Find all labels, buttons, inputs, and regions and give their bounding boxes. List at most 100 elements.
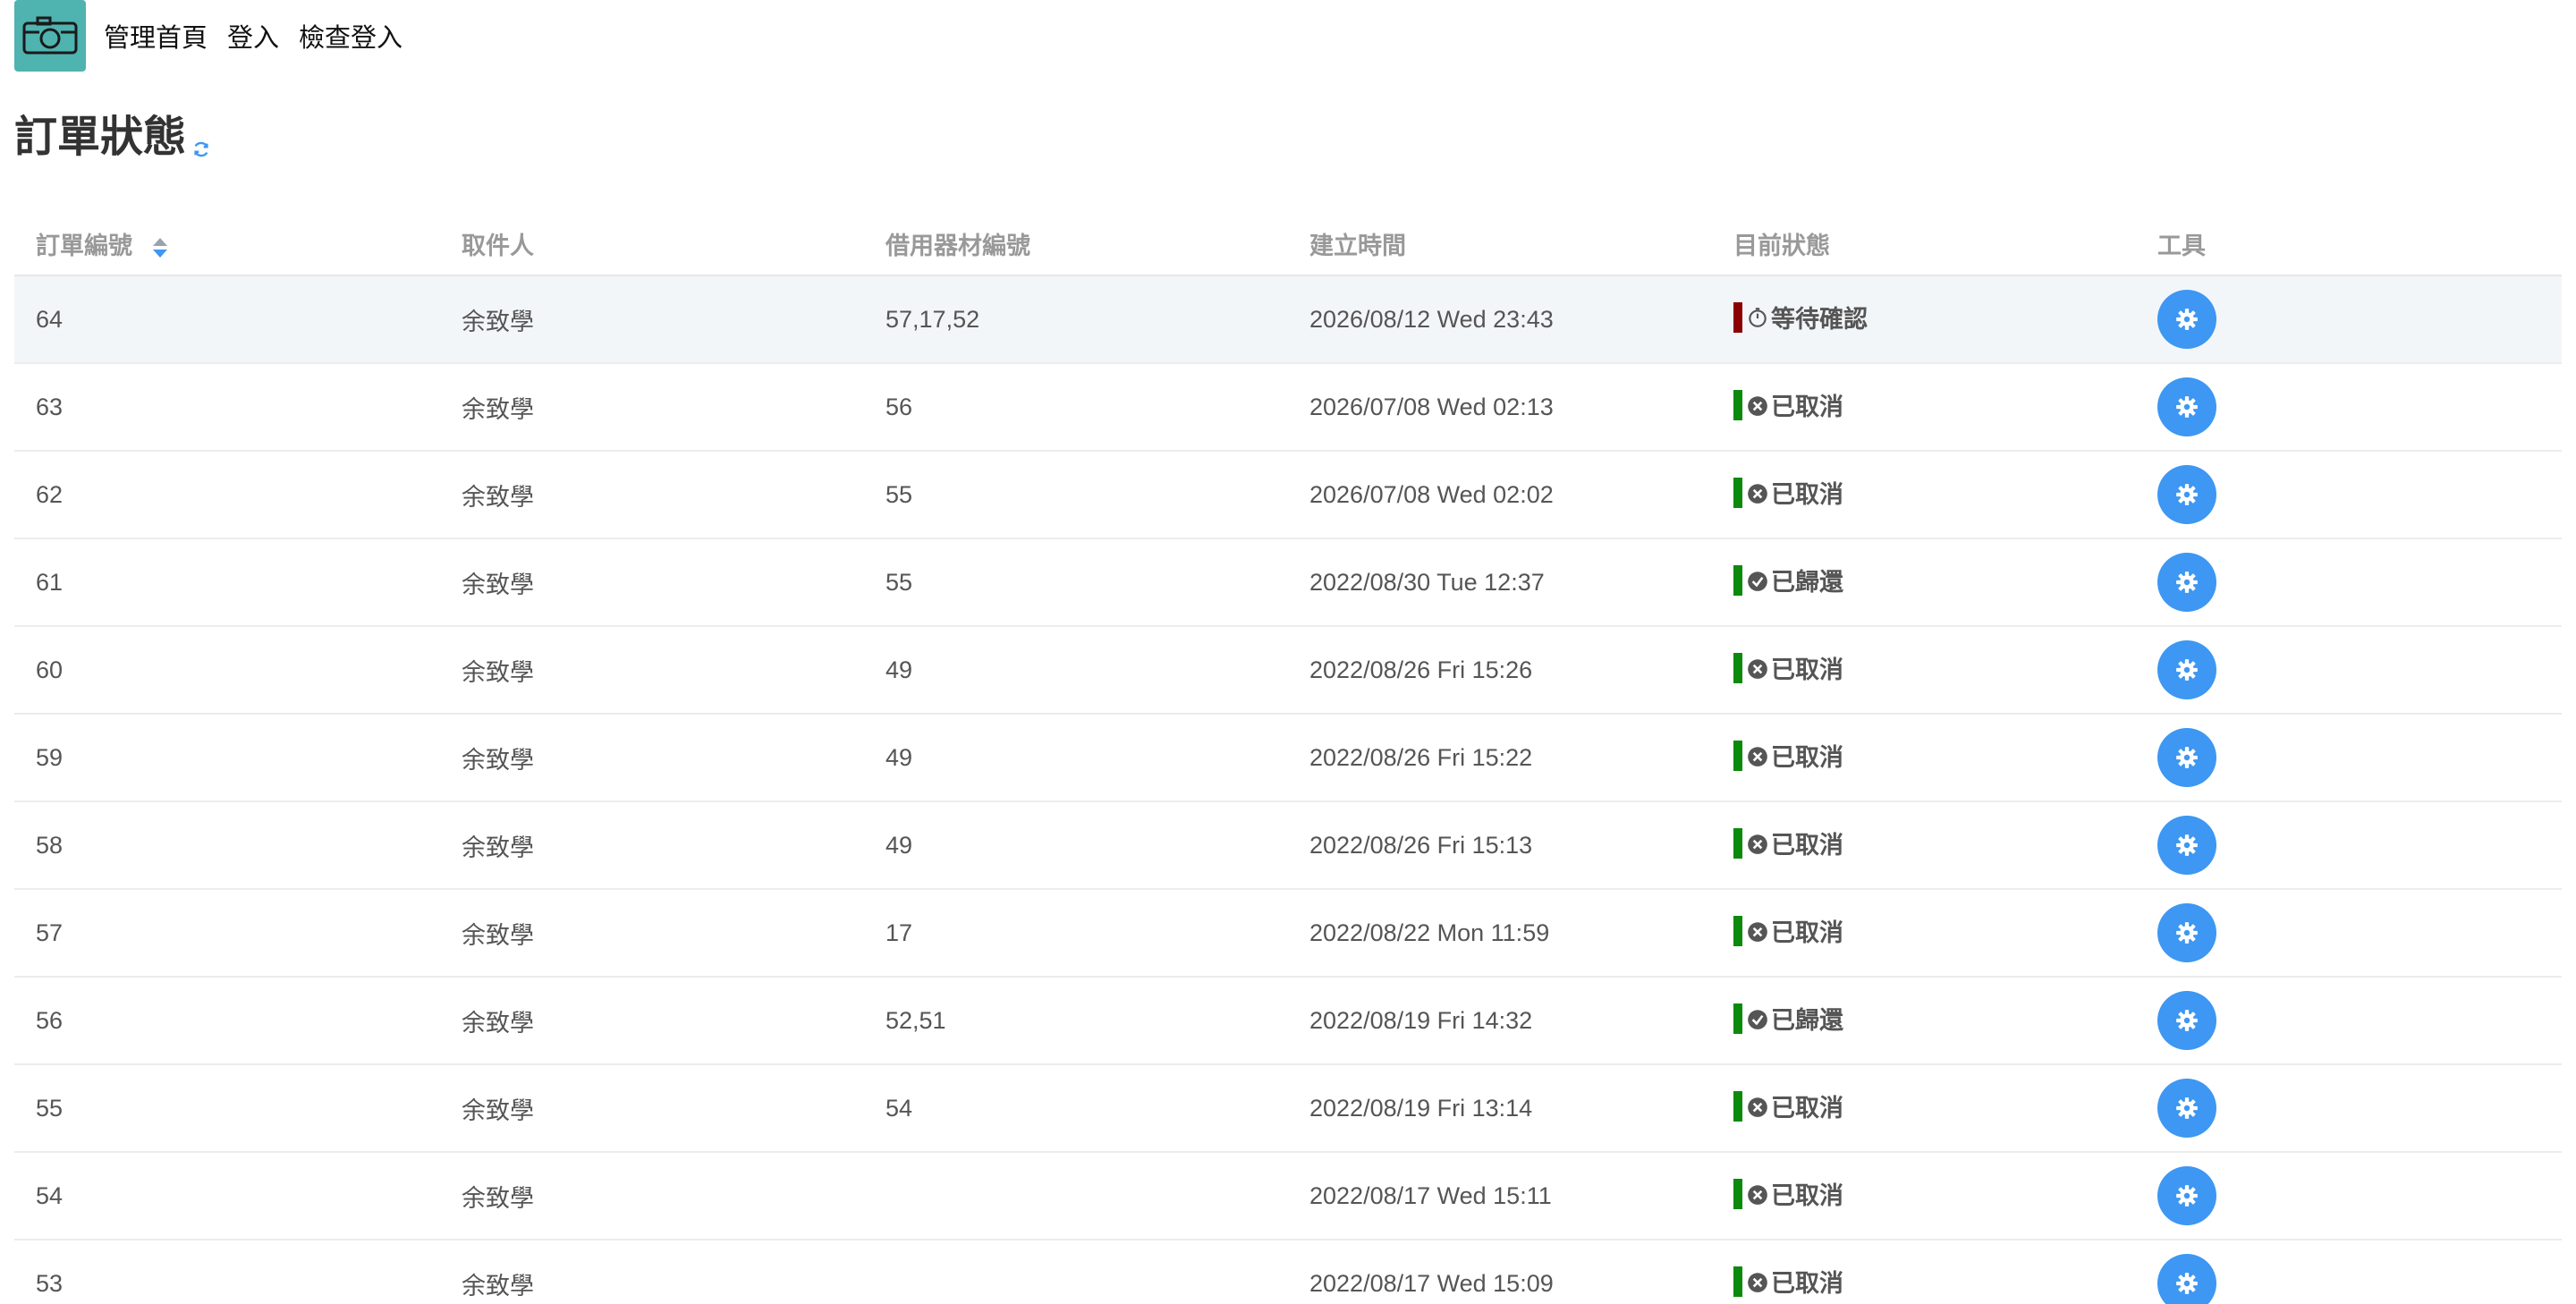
table-row[interactable]: 61 余致學 55 2022/08/30 Tue 12:37 已歸還 xyxy=(14,538,2562,627)
cell-created: 2022/08/17 Wed 15:11 xyxy=(1288,1152,1712,1240)
check-circle-icon xyxy=(1746,1007,1769,1030)
status-color-bar xyxy=(1733,1266,1742,1297)
cancel-circle-icon xyxy=(1746,656,1769,680)
cell-tools xyxy=(2136,801,2562,890)
gear-icon xyxy=(2174,1270,2200,1297)
status-text: 已取消 xyxy=(1771,832,1843,860)
settings-button[interactable] xyxy=(2157,640,2216,699)
cell-pickup: 余致學 xyxy=(440,626,864,715)
status-badge: 等待確認 xyxy=(1733,300,1868,334)
cell-equipment: 55 xyxy=(864,538,1288,627)
nav-link-admin-home[interactable]: 管理首頁 xyxy=(104,17,208,55)
cell-tools xyxy=(2136,1064,2562,1153)
nav-link-check-login[interactable]: 檢查登入 xyxy=(299,17,402,55)
table-row[interactable]: 58 余致學 49 2022/08/26 Fri 15:13 已取消 xyxy=(14,801,2562,890)
table-row[interactable]: 63 余致學 56 2026/07/08 Wed 02:13 已取消 xyxy=(14,363,2562,452)
cell-order-id: 53 xyxy=(14,1240,440,1304)
table-header-row: 訂單編號 取件人 借用器材編號 建立時間 目前狀態 工具 xyxy=(14,213,2562,276)
sort-icon[interactable] xyxy=(151,236,169,259)
settings-button[interactable] xyxy=(2157,1079,2216,1138)
table-row[interactable]: 56 余致學 52,51 2022/08/19 Fri 14:32 已歸還 xyxy=(14,977,2562,1065)
cell-tools xyxy=(2136,889,2562,978)
gear-icon xyxy=(2174,1095,2200,1122)
status-text: 已取消 xyxy=(1771,1095,1843,1123)
settings-button[interactable] xyxy=(2157,816,2216,875)
status-color-bar xyxy=(1733,564,1742,596)
status-text: 已歸還 xyxy=(1771,569,1843,597)
cell-tools xyxy=(2136,1152,2562,1240)
cell-equipment: 17 xyxy=(864,889,1288,978)
cancel-circle-icon xyxy=(1746,1095,1769,1118)
status-color-bar xyxy=(1733,915,1742,946)
settings-button[interactable] xyxy=(2157,1254,2216,1304)
status-text: 已取消 xyxy=(1771,744,1843,773)
cell-equipment: 56 xyxy=(864,363,1288,452)
status-badge: 已取消 xyxy=(1733,1176,1843,1211)
header-created: 建立時間 xyxy=(1288,213,1712,276)
cell-pickup: 余致學 xyxy=(440,275,864,364)
gear-icon xyxy=(2174,1007,2200,1034)
cancel-circle-icon xyxy=(1746,919,1769,943)
cell-order-id: 60 xyxy=(14,626,440,715)
gear-icon xyxy=(2174,1182,2200,1209)
cell-status: 已取消 xyxy=(1712,1152,2136,1240)
cell-created: 2022/08/26 Fri 15:22 xyxy=(1288,714,1712,802)
status-badge: 已取消 xyxy=(1733,1264,1843,1299)
cell-status: 已取消 xyxy=(1712,451,2136,539)
cell-equipment: 54 xyxy=(864,1064,1288,1153)
page-title: 訂單狀態 xyxy=(14,112,187,162)
cell-equipment: 49 xyxy=(864,714,1288,802)
table-row[interactable]: 57 余致學 17 2022/08/22 Mon 11:59 已取消 xyxy=(14,889,2562,978)
status-badge: 已取消 xyxy=(1733,738,1843,773)
cell-pickup: 余致學 xyxy=(440,714,864,802)
cell-status: 已取消 xyxy=(1712,363,2136,452)
cell-status: 已取消 xyxy=(1712,801,2136,890)
status-color-bar xyxy=(1733,301,1742,333)
status-color-bar xyxy=(1733,827,1742,859)
header-status: 目前狀態 xyxy=(1712,213,2136,276)
table-row[interactable]: 55 余致學 54 2022/08/19 Fri 13:14 已取消 xyxy=(14,1064,2562,1153)
status-color-bar xyxy=(1733,477,1742,508)
gear-icon xyxy=(2174,744,2200,771)
refresh-icon[interactable] xyxy=(191,140,211,159)
cell-tools xyxy=(2136,626,2562,715)
header-order-id-label: 訂單編號 xyxy=(36,233,132,260)
header-pickup: 取件人 xyxy=(440,213,864,276)
cell-order-id: 64 xyxy=(14,275,440,364)
cell-tools xyxy=(2136,538,2562,627)
table-row[interactable]: 59 余致學 49 2022/08/26 Fri 15:22 已取消 xyxy=(14,714,2562,802)
settings-button[interactable] xyxy=(2157,553,2216,612)
settings-button[interactable] xyxy=(2157,903,2216,962)
cell-created: 2022/08/19 Fri 14:32 xyxy=(1288,977,1712,1065)
settings-button[interactable] xyxy=(2157,377,2216,436)
settings-button[interactable] xyxy=(2157,465,2216,524)
cancel-circle-icon xyxy=(1746,481,1769,504)
status-badge: 已歸還 xyxy=(1733,1001,1843,1036)
cell-equipment xyxy=(864,1240,1288,1304)
cell-order-id: 54 xyxy=(14,1152,440,1240)
cell-tools xyxy=(2136,714,2562,802)
settings-button[interactable] xyxy=(2157,1166,2216,1225)
status-text: 已取消 xyxy=(1771,656,1843,685)
table-row[interactable]: 60 余致學 49 2022/08/26 Fri 15:26 已取消 xyxy=(14,626,2562,715)
settings-button[interactable] xyxy=(2157,991,2216,1050)
cell-created: 2026/07/08 Wed 02:13 xyxy=(1288,363,1712,452)
header-order-id[interactable]: 訂單編號 xyxy=(14,213,440,276)
status-text: 已取消 xyxy=(1771,1182,1843,1211)
cell-pickup: 余致學 xyxy=(440,451,864,539)
settings-button[interactable] xyxy=(2157,290,2216,349)
cell-pickup: 余致學 xyxy=(440,889,864,978)
cell-pickup: 余致學 xyxy=(440,363,864,452)
cell-created: 2022/08/26 Fri 15:26 xyxy=(1288,626,1712,715)
camera-logo-icon[interactable] xyxy=(14,0,86,72)
cell-created: 2026/08/12 Wed 23:43 xyxy=(1288,275,1712,364)
status-badge: 已歸還 xyxy=(1733,563,1843,597)
cell-created: 2022/08/30 Tue 12:37 xyxy=(1288,538,1712,627)
cell-pickup: 余致學 xyxy=(440,1240,864,1304)
settings-button[interactable] xyxy=(2157,728,2216,787)
table-row[interactable]: 54 余致學 2022/08/17 Wed 15:11 已取消 xyxy=(14,1152,2562,1240)
nav-link-login[interactable]: 登入 xyxy=(227,17,279,55)
table-row[interactable]: 64 余致學 57,17,52 2026/08/12 Wed 23:43 等待確認 xyxy=(14,275,2562,364)
table-row[interactable]: 53 余致學 2022/08/17 Wed 15:09 已取消 xyxy=(14,1240,2562,1304)
table-row[interactable]: 62 余致學 55 2026/07/08 Wed 02:02 已取消 xyxy=(14,451,2562,539)
